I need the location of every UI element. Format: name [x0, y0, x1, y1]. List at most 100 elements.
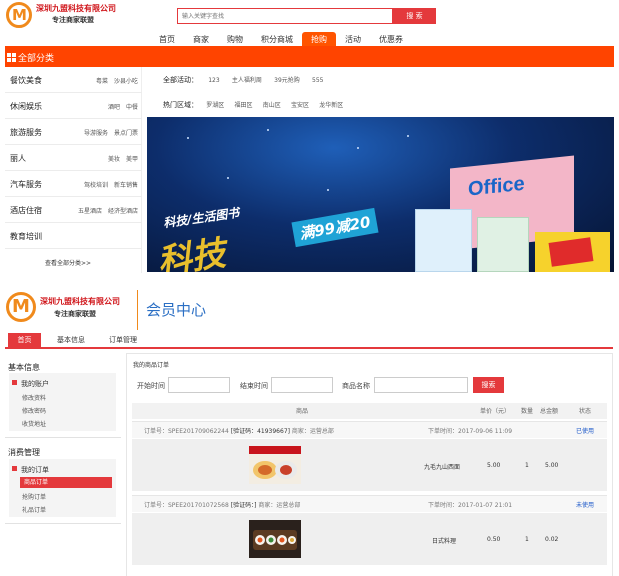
status-badge[interactable]: 已使用 [576, 426, 594, 435]
order-number: 订单号：SPEE201709062244 [144, 428, 229, 435]
all-categories-toggle[interactable]: 全部分类 [7, 51, 54, 64]
view-all-categories-link[interactable]: 查看全部分类>> [45, 258, 91, 267]
subcategory-link[interactable]: 景点门票 [114, 130, 138, 137]
subcategory-link[interactable]: 中餐 [126, 104, 138, 111]
subcategory-link[interactable]: 粤菜 [96, 78, 108, 85]
end-time-input[interactable] [271, 377, 333, 393]
promo-banner[interactable]: Office 科技/生活图书 满99减20 科技 [147, 117, 614, 272]
sidebar-item-my-orders[interactable]: 我的订单 [12, 465, 49, 475]
product-thumbnail[interactable] [249, 446, 301, 484]
subcategory-link[interactable]: 酒吧 [108, 104, 120, 111]
product-name[interactable]: 日式料理 [432, 536, 456, 545]
order-number: 订单号：SPEE201701072568 [144, 502, 229, 509]
header-divider [137, 290, 138, 330]
category-menu: 餐饮美食 粤菜 沙县小吃 休闲娱乐 酒吧 中餐 旅游服务 导游服务 景点门票 丽人 美… [5, 67, 142, 273]
category-row[interactable]: 餐饮美食 粤菜 沙县小吃 [5, 67, 142, 93]
member-logo[interactable]: 深圳九盟科技有限公司 专注商家联盟 [6, 292, 134, 324]
status-badge[interactable]: 未使用 [576, 500, 594, 509]
subcategory-link[interactable]: 美甲 [126, 156, 138, 163]
verify-end: ] [287, 428, 290, 435]
all-categories-label: 全部分类 [18, 54, 55, 64]
verify-code: 41939667 [257, 428, 288, 435]
site-logo[interactable]: 深圳九盟科技有限公司 专注商家联盟 [6, 2, 156, 30]
category-name: 酒店住宿 [10, 206, 42, 215]
category-row[interactable]: 休闲娱乐 酒吧 中餐 [5, 93, 142, 119]
orders-table-header [132, 403, 607, 419]
sidebar-item-edit-profile[interactable]: 修改资料 [22, 393, 46, 402]
category-name: 餐饮美食 [10, 76, 42, 85]
book-image [415, 209, 472, 272]
total-amount: 0.02 [545, 536, 559, 543]
sidebar-item-product-orders[interactable]: 商品订单 [20, 477, 112, 488]
category-row[interactable]: 汽车服务 驾校培训 新车销售 [5, 171, 142, 197]
tab-home[interactable]: 首页 [8, 333, 41, 347]
sidebar-item-change-password[interactable]: 修改密码 [22, 406, 46, 415]
subcategory-link[interactable]: 五星酒店 [78, 208, 102, 215]
banner-headline: 科技 [155, 233, 228, 272]
banner-tagline: 科技/生活图书 [162, 205, 241, 231]
activity-link[interactable]: 123 [208, 77, 219, 84]
category-row[interactable]: 教育培训 [5, 223, 142, 249]
order-search-button[interactable]: 搜索 [473, 377, 504, 393]
sidebar-item-shipping-address[interactable]: 收货地址 [22, 419, 46, 428]
subcategory-link[interactable]: 沙县小吃 [114, 78, 138, 85]
sidebar-heading-basic-info: 基本信息 [8, 363, 40, 372]
product-name-input[interactable] [374, 377, 468, 393]
table-row [132, 513, 607, 565]
hot-area-link[interactable]: 南山区 [263, 102, 281, 109]
category-bar [5, 46, 614, 67]
category-name: 汽车服务 [10, 180, 42, 189]
subcategory-link[interactable]: 新车销售 [114, 182, 138, 189]
hot-area-link[interactable]: 龙华新区 [319, 102, 343, 109]
hot-area-label: 热门区域： [163, 101, 198, 109]
category-name: 休闲娱乐 [10, 102, 42, 111]
order-time: 下单时间：2017-09-06 11:09 [428, 428, 513, 435]
total-amount: 5.00 [545, 462, 559, 469]
product-name[interactable]: 九毛九山西面 [424, 462, 460, 471]
quantity: 1 [525, 536, 529, 543]
subcategory-link[interactable]: 美妆 [108, 156, 120, 163]
category-row[interactable]: 丽人 美妆 美甲 [5, 145, 142, 171]
sidebar-item-label: 我的订单 [21, 466, 49, 474]
logo-m-icon [6, 292, 36, 322]
tab-basic-info[interactable]: 基本信息 [49, 333, 93, 347]
search-button[interactable]: 搜 索 [393, 8, 436, 24]
sidebar-item-gift-orders[interactable]: 礼品订单 [22, 505, 46, 514]
company-slogan: 专注商家联盟 [52, 15, 94, 24]
activity-link[interactable]: 39元抢购 [274, 77, 300, 84]
quantity: 1 [525, 462, 529, 469]
column-header: 商品 [296, 408, 309, 415]
grid-icon [7, 53, 16, 62]
order-meta: 订单号：SPEE201709062244 [验证码：41939667] 商家：运… [144, 426, 334, 435]
hot-area-link[interactable]: 宝安区 [291, 102, 309, 109]
page-title: 会员中心 [146, 301, 207, 319]
subcategory-link[interactable]: 导游服务 [84, 130, 108, 137]
orders-title: 我的商品订单 [133, 362, 170, 369]
product-thumbnail[interactable] [249, 520, 301, 558]
tab-order-management[interactable]: 订单管理 [101, 333, 145, 347]
unit-price: 5.00 [487, 462, 501, 469]
sidebar-item-flash-orders[interactable]: 抢购订单 [22, 492, 46, 501]
activity-link[interactable]: 主人福利周 [232, 77, 262, 84]
column-header: 数量 [521, 408, 534, 415]
category-row[interactable]: 酒店住宿 五星酒店 经济型酒店 [5, 197, 142, 223]
hot-area-link[interactable]: 福田区 [234, 102, 252, 109]
subcategory-link[interactable]: 经济型酒店 [108, 208, 138, 215]
company-name: 深圳九盟科技有限公司 [40, 297, 120, 306]
hot-area-link[interactable]: 罗湖区 [206, 102, 224, 109]
category-name: 旅游服务 [10, 128, 42, 137]
verify-end: ] [254, 502, 257, 509]
sidebar-item-my-account[interactable]: 我的账户 [12, 379, 49, 389]
verify-label: [验证码： [230, 428, 258, 435]
subcategory-link[interactable]: 驾校培训 [84, 182, 108, 189]
start-time-input[interactable] [168, 377, 230, 393]
column-header: 状态 [579, 408, 592, 415]
order-time: 下单时间：2017-01-07 21:01 [428, 502, 513, 509]
divider [5, 437, 121, 438]
sidebar-heading-consumption: 消费管理 [8, 448, 40, 457]
activity-link[interactable]: 555 [312, 77, 323, 84]
category-row[interactable]: 旅游服务 导游服务 景点门票 [5, 119, 142, 145]
end-time-label: 结束时间 [240, 382, 268, 390]
merchant-name: 商家：运营总部 [258, 502, 301, 509]
search-input[interactable] [177, 8, 393, 24]
